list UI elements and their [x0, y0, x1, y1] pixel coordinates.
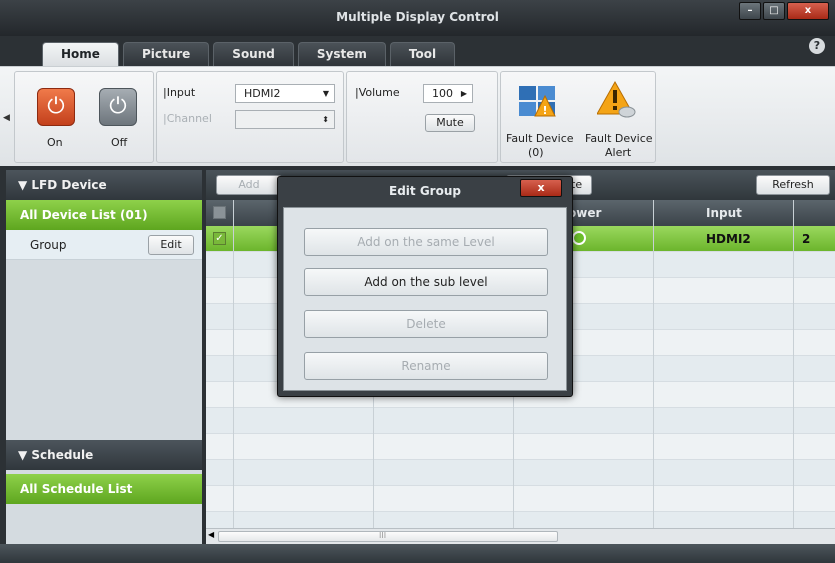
volume-input[interactable]: 100 ▶: [423, 84, 473, 103]
edit-group-button[interactable]: Edit: [148, 235, 194, 255]
refresh-button[interactable]: Refresh: [756, 175, 830, 195]
input-select[interactable]: HDMI2 ▼: [235, 84, 335, 103]
channel-label: |Channel: [163, 112, 212, 125]
table-row: [206, 512, 835, 528]
chevron-down-icon: ▼: [322, 89, 329, 98]
sidebar-item-all-devices[interactable]: All Device List (01): [6, 200, 202, 230]
column-header-power[interactable]: ower: [568, 206, 601, 220]
power-icon: ⏻: [109, 94, 127, 119]
volume-panel: |Volume 100 ▶ Mute: [346, 71, 498, 163]
rename-group-button[interactable]: Rename: [304, 352, 548, 380]
minimize-button[interactable]: –: [739, 2, 761, 20]
chevron-right-icon: ▶: [460, 89, 467, 98]
svg-text:!: !: [542, 104, 547, 117]
fault-device-count: (0): [528, 146, 544, 159]
tab-system[interactable]: System: [297, 42, 386, 66]
volume-value: 100: [432, 87, 453, 100]
row-extra-value: 2: [802, 232, 811, 246]
ribbon-scroll-left-icon[interactable]: ◀: [3, 113, 10, 123]
mute-button[interactable]: Mute: [425, 114, 475, 132]
delete-group-button[interactable]: Delete: [304, 310, 548, 338]
sidebar-item-all-schedules[interactable]: All Schedule List: [6, 474, 202, 504]
column-divider: [653, 200, 654, 528]
select-all-checkbox[interactable]: [213, 206, 226, 219]
power-panel: ⏻ On ⏻ Off: [14, 71, 154, 163]
power-off-label: Off: [111, 136, 128, 149]
fault-alert-label: Fault Device: [585, 132, 653, 145]
volume-label: |Volume: [355, 86, 400, 99]
home-ribbon: ◀ ⏻ On ⏻ Off |Input HDMI2 ▼ |Channel ⬍ |…: [0, 66, 835, 166]
column-divider: [793, 200, 794, 528]
edit-group-dialog: Edit Group x Add on the same Level Add o…: [277, 176, 573, 397]
fault-alert-label-2: Alert: [605, 146, 632, 159]
sidebar-item-group[interactable]: Group Edit: [6, 230, 202, 260]
table-row: [206, 460, 835, 486]
schedule-header[interactable]: ▼ Schedule: [6, 440, 202, 470]
power-on-label: On: [47, 136, 63, 149]
table-row: [206, 486, 835, 512]
input-panel: |Input HDMI2 ▼ |Channel ⬍: [156, 71, 344, 163]
power-status-icon: [572, 231, 586, 245]
title-bar: Multiple Display Control – □ x: [0, 0, 835, 36]
channel-stepper[interactable]: ⬍: [235, 110, 335, 129]
tab-home[interactable]: Home: [42, 42, 119, 68]
maximize-button[interactable]: □: [763, 2, 785, 20]
stepper-icon: ⬍: [322, 115, 329, 124]
row-checkbox[interactable]: ✓: [213, 232, 226, 245]
tab-picture[interactable]: Picture: [122, 42, 210, 66]
lfd-device-header[interactable]: ▼ LFD Device: [6, 170, 202, 200]
status-bar: [0, 544, 835, 563]
window-controls: – □ x: [739, 2, 829, 20]
input-select-value: HDMI2: [244, 87, 281, 100]
fault-device-label: Fault Device: [506, 132, 574, 145]
app-window: Multiple Display Control – □ x Home Pict…: [0, 0, 835, 563]
scrollbar-thumb[interactable]: III: [218, 531, 558, 542]
fault-panel: ! Fault Device (0) Fault Device Alert: [500, 71, 656, 163]
fault-device-icon[interactable]: !: [517, 82, 557, 120]
power-off-button[interactable]: ⏻: [99, 88, 137, 126]
main-tabs: Home Picture Sound System Tool: [42, 42, 456, 68]
tab-sound[interactable]: Sound: [213, 42, 294, 66]
table-row: [206, 408, 835, 434]
table-row: [206, 434, 835, 460]
group-label: Group: [30, 238, 67, 252]
help-icon[interactable]: ?: [809, 38, 825, 54]
column-divider: [233, 200, 234, 528]
dialog-body: Add on the same Level Add on the sub lev…: [283, 207, 567, 391]
column-header-input[interactable]: Input: [706, 206, 742, 220]
power-icon: ⏻: [47, 94, 65, 119]
sidebar: ▼ LFD Device All Device List (01) Group …: [6, 170, 202, 544]
input-label: |Input: [163, 86, 196, 99]
scroll-left-icon[interactable]: ◀: [208, 530, 214, 539]
dialog-close-button[interactable]: x: [520, 179, 562, 197]
add-same-level-button[interactable]: Add on the same Level: [304, 228, 548, 256]
tab-tool[interactable]: Tool: [389, 42, 456, 66]
row-input-value: HDMI2: [706, 232, 751, 246]
horizontal-scrollbar[interactable]: ◀ III: [206, 528, 835, 544]
window-title: Multiple Display Control: [336, 10, 499, 24]
power-on-button[interactable]: ⏻: [37, 88, 75, 126]
close-button[interactable]: x: [787, 2, 829, 20]
fault-alert-icon[interactable]: [597, 80, 637, 118]
schedule-section: ▼ Schedule All Schedule List: [6, 440, 202, 504]
scrollbar-grip: III: [379, 531, 387, 540]
add-sub-level-button[interactable]: Add on the sub level: [304, 268, 548, 296]
add-button[interactable]: Add: [216, 175, 282, 195]
